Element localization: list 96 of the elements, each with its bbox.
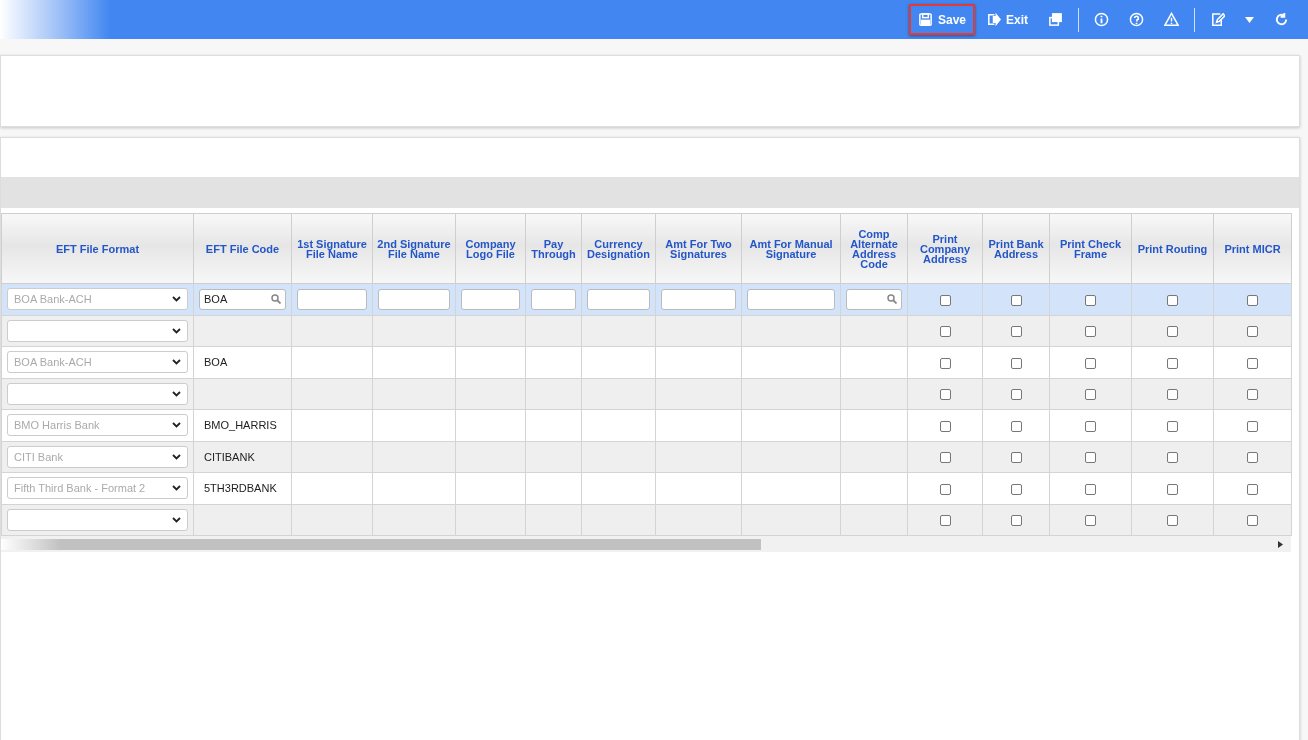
table-row[interactable]: BOA Bank-ACH BOA — [1, 346, 1292, 378]
checkbox[interactable] — [1167, 515, 1178, 527]
checkbox[interactable] — [1167, 389, 1178, 401]
save-icon — [917, 12, 933, 27]
table-row[interactable]: Fifth Third Bank - Format 2 5TH3RDBANK — [1, 472, 1292, 504]
input-field[interactable] — [747, 288, 835, 310]
checkbox[interactable] — [1247, 294, 1258, 306]
column-header[interactable]: Comp Alternate Address Code — [840, 213, 908, 284]
column-header[interactable]: Print Check Frame — [1049, 213, 1132, 284]
table-row[interactable]: CITI Bank CITIBANK — [1, 441, 1292, 473]
checkbox[interactable] — [939, 326, 951, 338]
checkbox[interactable] — [1085, 483, 1096, 495]
column-header[interactable]: Print Company Address — [907, 213, 983, 284]
column-header[interactable]: 2nd Signature File Name — [372, 213, 456, 284]
table-cell: CITIBANK — [204, 450, 255, 463]
search-icon — [271, 294, 281, 305]
input-field[interactable] — [661, 288, 736, 310]
info-icon — [1094, 12, 1109, 27]
chevron-icon — [172, 422, 181, 429]
checkbox[interactable] — [1085, 294, 1096, 306]
checkbox[interactable] — [1167, 452, 1178, 464]
chevron-icon — [172, 516, 181, 523]
checkbox[interactable] — [1010, 420, 1022, 432]
checkbox[interactable] — [939, 452, 951, 464]
column-header[interactable]: EFT File Format — [1, 213, 194, 284]
column-header[interactable]: Currency Designation — [581, 213, 656, 284]
horizontal-scrollbar[interactable] — [1, 536, 1291, 552]
table-cell: 5TH3RDBANK — [204, 482, 277, 495]
checkbox[interactable] — [1085, 420, 1096, 432]
checkbox[interactable] — [1010, 357, 1022, 369]
checkbox[interactable] — [1085, 515, 1096, 527]
exit-icon — [986, 12, 1001, 27]
chevron-icon — [172, 359, 181, 366]
column-header[interactable]: Print Bank Address — [982, 213, 1050, 284]
code-field[interactable]: BOA — [199, 288, 286, 310]
scroll-right-icon[interactable] — [1278, 540, 1283, 548]
checkbox[interactable] — [1167, 326, 1178, 338]
column-header[interactable]: EFT File Code — [193, 213, 292, 284]
input-field[interactable] — [461, 288, 520, 310]
checkbox[interactable] — [1167, 357, 1178, 369]
checkbox[interactable] — [1085, 452, 1096, 464]
table-cell: BMO_HARRIS — [204, 419, 277, 432]
column-header[interactable]: Pay Through — [525, 213, 582, 284]
column-header[interactable]: Amt For Two Signatures — [655, 213, 742, 284]
column-header[interactable]: Print Routing — [1131, 213, 1214, 284]
checkbox[interactable] — [1010, 452, 1022, 464]
checkbox[interactable] — [1247, 483, 1258, 495]
checkbox[interactable] — [939, 515, 951, 527]
checkbox[interactable] — [939, 294, 951, 306]
search-icon — [887, 294, 897, 305]
checkbox[interactable] — [939, 389, 951, 401]
code-field[interactable] — [846, 288, 902, 310]
column-header[interactable]: Print MICR — [1213, 213, 1292, 284]
help-icon — [1129, 12, 1144, 27]
checkbox[interactable] — [1247, 515, 1258, 527]
chevron-icon — [172, 390, 181, 397]
refresh-icon — [1274, 12, 1289, 27]
table-row[interactable]: BMO Harris Bank BMO_HARRIS — [1, 409, 1292, 441]
exit-button[interactable]: Exit — [977, 4, 1037, 35]
checkbox[interactable] — [1085, 357, 1096, 369]
checkbox[interactable] — [939, 420, 951, 432]
checkbox[interactable] — [1247, 389, 1258, 401]
input-field[interactable] — [297, 288, 367, 310]
checkbox[interactable] — [1247, 452, 1258, 464]
input-field[interactable] — [378, 288, 450, 310]
caret-icon — [1245, 16, 1254, 23]
warning-icon — [1164, 12, 1179, 27]
checkbox[interactable] — [1247, 420, 1258, 432]
save-button[interactable]: Save — [908, 4, 975, 35]
checkbox[interactable] — [1167, 483, 1178, 495]
checkbox[interactable] — [1010, 389, 1022, 401]
copy-icon — [1048, 12, 1063, 27]
column-header[interactable]: 1st Signature File Name — [291, 213, 373, 284]
checkbox[interactable] — [1167, 294, 1178, 306]
checkbox[interactable] — [1085, 389, 1096, 401]
checkbox[interactable] — [1247, 357, 1258, 369]
checkbox[interactable] — [939, 357, 951, 369]
input-field[interactable] — [587, 288, 650, 310]
edit-icon — [1210, 12, 1225, 27]
checkbox[interactable] — [1010, 483, 1022, 495]
chevron-icon — [172, 327, 181, 334]
input-field[interactable] — [531, 288, 576, 310]
column-header[interactable]: Amt For Manual Signature — [741, 213, 841, 284]
table-row[interactable]: BOA Bank-ACH BOA — [1, 283, 1292, 315]
chevron-icon — [172, 296, 181, 303]
table-cell: BOA — [204, 356, 228, 369]
column-header[interactable]: Company Logo File — [455, 213, 526, 284]
checkbox[interactable] — [939, 483, 951, 495]
checkbox[interactable] — [1085, 326, 1096, 338]
chevron-icon — [172, 485, 181, 492]
checkbox[interactable] — [1247, 326, 1258, 338]
checkbox[interactable] — [1010, 294, 1022, 306]
chevron-icon — [172, 453, 181, 460]
checkbox[interactable] — [1167, 420, 1178, 432]
checkbox[interactable] — [1010, 326, 1022, 338]
checkbox[interactable] — [1010, 515, 1022, 527]
